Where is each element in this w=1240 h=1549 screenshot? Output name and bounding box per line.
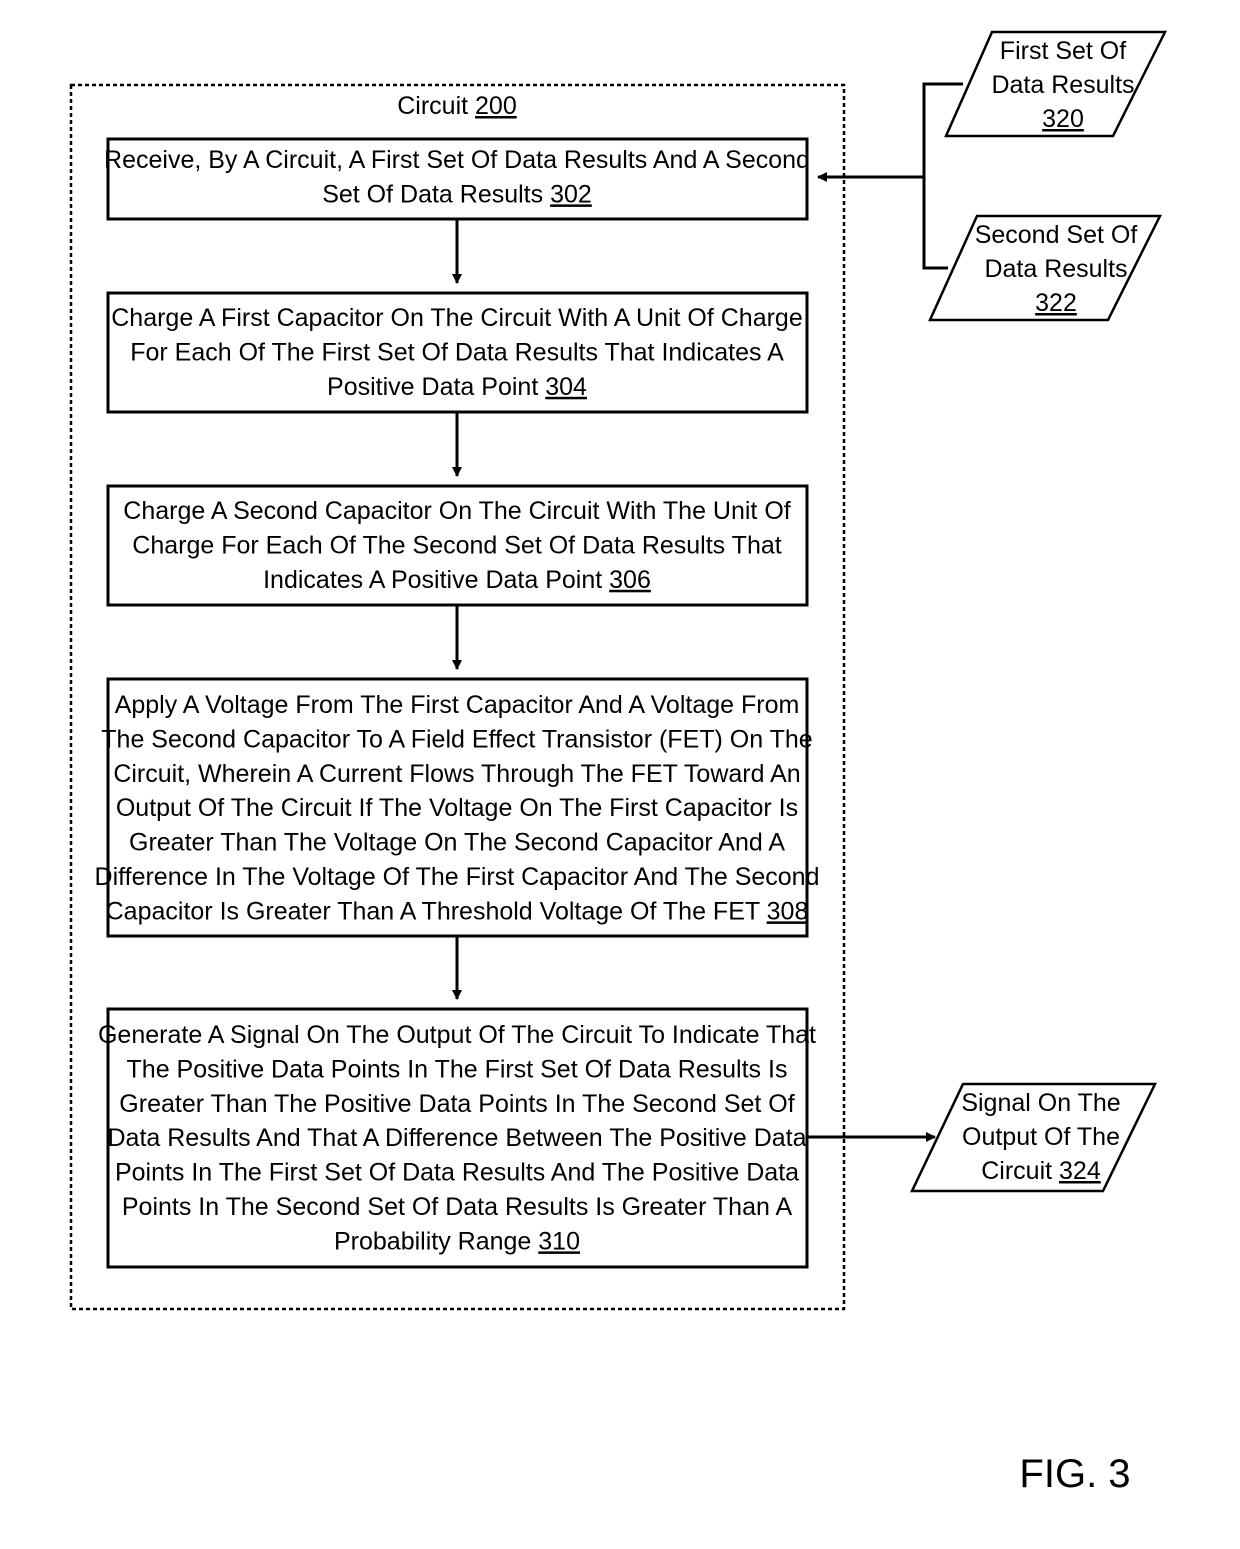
data-input-320[interactable]: First Set Of Data Results 320 xyxy=(944,30,1168,138)
text-line: Apply A Voltage From The First Capacitor… xyxy=(115,691,800,719)
step-text: Generate A Signal On The Output Of The C… xyxy=(98,1021,816,1255)
text-line: Points In The First Set Of Data Results … xyxy=(115,1159,799,1187)
reference-number: 308 xyxy=(767,897,809,925)
step-304[interactable]: Charge A First Capacitor On The Circuit … xyxy=(106,291,809,414)
text-line: Charge For Each Of The Second Set Of Dat… xyxy=(132,531,781,559)
text-line: Output Of The Circuit If The Voltage On … xyxy=(116,794,798,822)
reference-number: 320 xyxy=(1042,105,1084,133)
text-line: Greater Than The Voltage On The Second C… xyxy=(129,829,785,857)
text-line: Signal On The xyxy=(961,1089,1120,1117)
reference-number: 302 xyxy=(550,180,592,208)
step-306[interactable]: Charge A Second Capacitor On The Circuit… xyxy=(106,484,809,607)
text-line: Positive Data Point xyxy=(327,373,545,401)
text-line: Set Of Data Results xyxy=(322,180,550,208)
text-line: Generate A Signal On The Output Of The C… xyxy=(98,1021,816,1049)
text-line: Second Set Of xyxy=(975,221,1138,249)
step-302[interactable]: Receive, By A Circuit, A First Set Of Da… xyxy=(104,137,810,221)
text-line: Charge A First Capacitor On The Circuit … xyxy=(111,304,802,332)
reference-number: 322 xyxy=(1035,289,1077,317)
text-line: Data Results xyxy=(991,71,1134,99)
reference-number: 306 xyxy=(609,566,651,594)
text-line: Data Results And That A Difference Betwe… xyxy=(107,1124,806,1152)
data-input-322[interactable]: Second Set Of Data Results 322 xyxy=(928,214,1163,322)
step-308[interactable]: Apply A Voltage From The First Capacitor… xyxy=(95,677,820,938)
figure-label: FIG. 3 xyxy=(1019,1452,1130,1496)
text-line: The Second Capacitor To A Field Effect T… xyxy=(101,725,812,753)
text-line: Charge A Second Capacitor On The Circuit… xyxy=(123,497,790,525)
data-output-324[interactable]: Signal On The Output Of The Circuit 324 xyxy=(910,1082,1157,1193)
step-text: Apply A Voltage From The First Capacitor… xyxy=(95,691,820,925)
text-line: The Positive Data Points In The First Se… xyxy=(127,1055,788,1083)
reference-number: 324 xyxy=(1059,1157,1101,1185)
step-text: Signal On The Output Of The Circuit 324 xyxy=(961,1089,1120,1185)
text-line: Output Of The xyxy=(962,1123,1120,1151)
text-line: Circuit, Wherein A Current Flows Through… xyxy=(113,760,800,788)
text-line: Capacitor Is Greater Than A Threshold Vo… xyxy=(106,897,767,925)
text-line: Data Results xyxy=(984,255,1127,283)
reference-number: 310 xyxy=(538,1227,580,1255)
text-line: Points In The Second Set Of Data Results… xyxy=(122,1193,793,1221)
text-line: Difference In The Voltage Of The First C… xyxy=(95,863,820,891)
text-line: Indicates A Positive Data Point xyxy=(263,566,609,594)
text-line: First Set Of xyxy=(1000,37,1126,65)
text-line: Greater Than The Positive Data Points In… xyxy=(119,1090,794,1118)
text-line: Circuit xyxy=(981,1157,1059,1185)
text-line: For Each Of The First Set Of Data Result… xyxy=(130,338,784,366)
reference-number: 304 xyxy=(545,373,587,401)
circuit-container-title: Circuit 200 xyxy=(397,92,517,120)
flowchart-canvas: Circuit 200 Receive, By A Circuit, A Fir… xyxy=(69,30,1168,1496)
text-line: Probability Range xyxy=(334,1227,538,1255)
text-line: Receive, By A Circuit, A First Set Of Da… xyxy=(104,146,810,174)
circuit-ref: 200 xyxy=(475,92,517,120)
step-310[interactable]: Generate A Signal On The Output Of The C… xyxy=(98,1007,816,1269)
